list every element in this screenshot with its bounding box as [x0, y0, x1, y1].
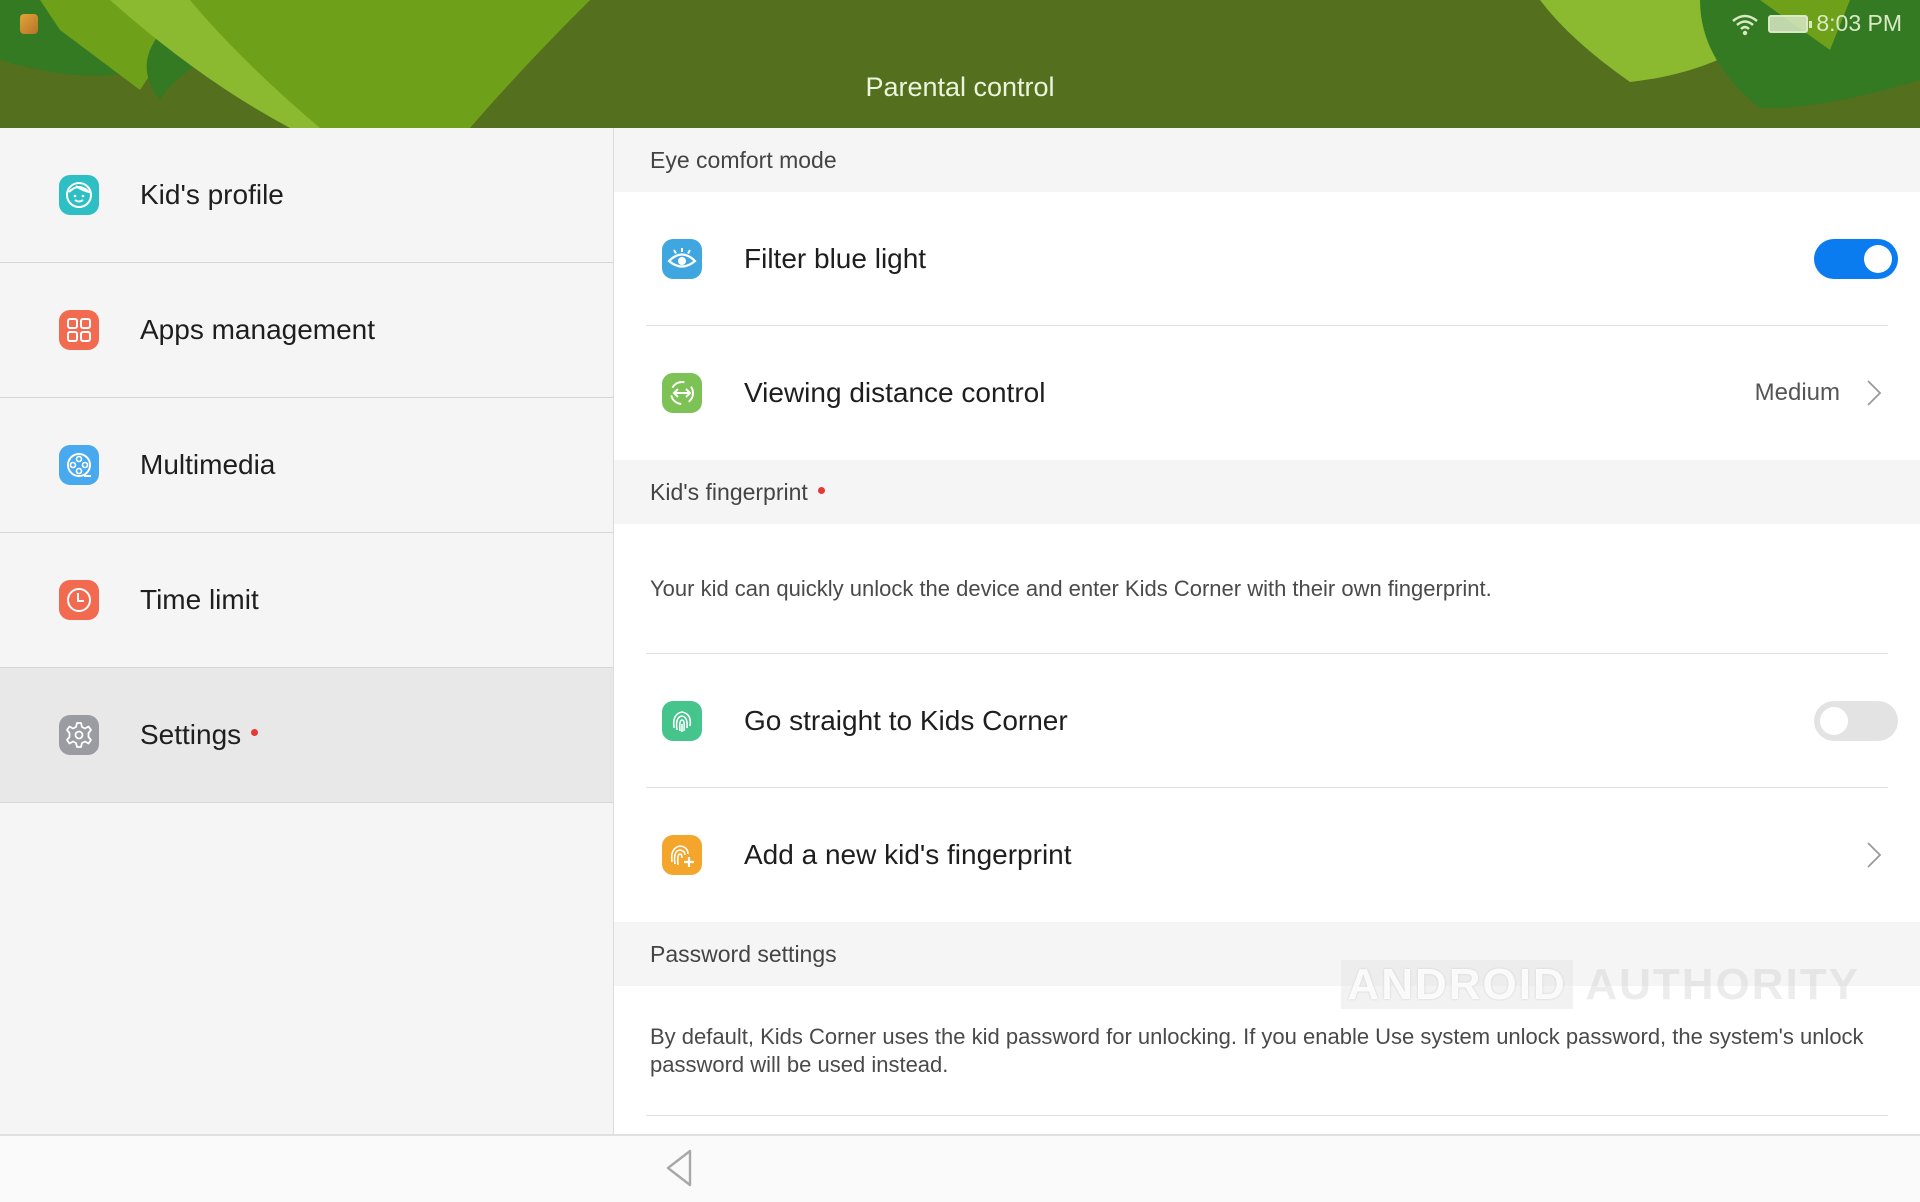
viewing-distance-row[interactable]: Viewing distance control Medium	[614, 326, 1920, 460]
watermark: ANDROID AUTHORITY	[1341, 960, 1860, 1010]
toggle-knob	[1820, 707, 1848, 735]
navigation-bar	[0, 1134, 1920, 1202]
notification-dot	[251, 729, 259, 737]
filter-blue-light-toggle[interactable]	[1814, 239, 1898, 279]
film-reel-icon	[59, 445, 99, 485]
sidebar-item-label: Apps management	[140, 314, 376, 345]
viewing-distance-value: Medium	[1754, 379, 1840, 406]
sidebar-item-kids-profile[interactable]: Kid's profile	[0, 128, 613, 263]
sidebar-item-time-limit[interactable]: Time limit	[0, 533, 613, 668]
chevron-right-icon	[1867, 380, 1882, 406]
distance-arrows-icon	[662, 373, 702, 413]
notification-dot	[817, 486, 825, 494]
sidebar-item-settings[interactable]: Settings	[0, 668, 613, 803]
sidebar-item-label-text: Settings	[140, 719, 242, 750]
sidebar: Kid's profile Apps management Multimedia…	[0, 128, 614, 1134]
app-header: 8:03 PM Parental control	[0, 0, 1920, 128]
clock-icon	[59, 580, 99, 620]
section-header-eye-comfort: Eye comfort mode	[614, 128, 1920, 192]
go-straight-toggle[interactable]	[1814, 701, 1898, 741]
divider	[646, 1115, 1888, 1116]
apps-grid-icon	[59, 310, 99, 350]
filter-blue-light-label: Filter blue light	[744, 243, 927, 274]
fingerprint-description-block: Your kid can quickly unlock the device a…	[614, 524, 1920, 654]
kid-face-icon	[59, 175, 99, 215]
password-description: By default, Kids Corner uses the kid pas…	[650, 1024, 1864, 1077]
sidebar-item-label: Multimedia	[140, 449, 276, 480]
go-straight-row[interactable]: Go straight to Kids Corner	[614, 654, 1920, 788]
sidebar-item-label: Kid's profile	[140, 179, 284, 210]
fingerprint-description: Your kid can quickly unlock the device a…	[650, 576, 1492, 601]
watermark-part2: AUTHORITY	[1585, 960, 1860, 1009]
sidebar-item-multimedia[interactable]: Multimedia	[0, 398, 613, 533]
watermark-part1: ANDROID	[1341, 960, 1573, 1009]
app-notification-icon	[20, 14, 38, 34]
section-header-fingerprint-text: Kid's fingerprint	[650, 478, 808, 505]
sidebar-item-apps-management[interactable]: Apps management	[0, 263, 613, 398]
status-time: 8:03 PM	[1816, 10, 1902, 36]
back-icon[interactable]	[662, 1148, 696, 1188]
wifi-icon	[1732, 14, 1759, 35]
eye-icon	[662, 239, 702, 279]
go-straight-label: Go straight to Kids Corner	[744, 705, 1068, 736]
section-header-fingerprint: Kid's fingerprint	[614, 460, 1920, 524]
fingerprint-add-icon	[662, 835, 702, 875]
chevron-right-icon	[1867, 842, 1882, 868]
header-leaf-background	[0, 0, 1920, 128]
status-bar: 8:03 PM	[1730, 10, 1902, 37]
battery-icon	[1768, 14, 1813, 33]
gear-icon	[59, 715, 99, 755]
add-fingerprint-label: Add a new kid's fingerprint	[744, 839, 1072, 870]
sidebar-item-label: Time limit	[140, 584, 259, 615]
fingerprint-icon	[662, 701, 702, 741]
toggle-knob	[1864, 245, 1892, 273]
add-fingerprint-row[interactable]: Add a new kid's fingerprint	[614, 788, 1920, 922]
sidebar-item-label: Settings	[140, 719, 259, 751]
filter-blue-light-row[interactable]: Filter blue light	[614, 192, 1920, 326]
page-title: Parental control	[865, 72, 1055, 102]
viewing-distance-label: Viewing distance control	[744, 377, 1046, 408]
